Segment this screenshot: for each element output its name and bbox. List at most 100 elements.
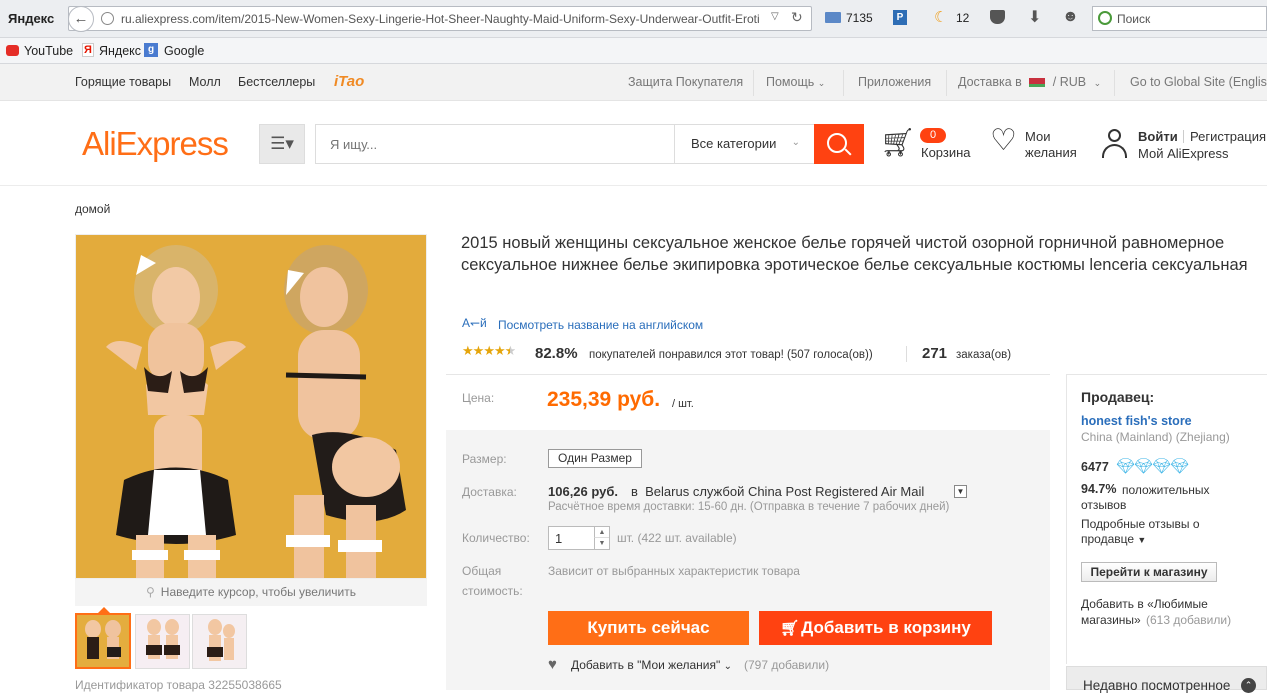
product-main-image[interactable]	[75, 234, 427, 579]
nav-help[interactable]: Помощь ⌄	[766, 75, 825, 89]
magnifier-icon: ⚲	[146, 585, 155, 599]
goto-store-label: Перейти к магазину	[1090, 565, 1208, 579]
add-to-wishlist-link[interactable]: Добавить в "Мои желания" ⌄	[571, 658, 732, 672]
rating-stars: ★★★★★	[462, 343, 516, 359]
nav-apps[interactable]: Приложения	[858, 75, 931, 89]
translate-icon[interactable]: A↽й	[462, 316, 487, 330]
nav-mall[interactable]: Молл	[189, 75, 221, 89]
site-search-button[interactable]	[814, 124, 864, 164]
diamond-rating-icon: 💎︎💎︎💎︎💎︎	[1116, 458, 1189, 475]
login-link[interactable]: Войти	[1138, 129, 1178, 144]
register-link[interactable]: Регистрация	[1190, 129, 1266, 144]
yandex-browser-label[interactable]: Яндекс	[8, 11, 54, 26]
nav-global-site[interactable]: Go to Global Site (English)	[1130, 75, 1267, 89]
nav-divider	[753, 70, 754, 96]
nav-bestsellers[interactable]: Бестселлеры	[238, 75, 315, 89]
translate-link[interactable]: Посмотреть название на английском	[498, 318, 703, 332]
header-divider	[1183, 130, 1184, 143]
aliexpress-logo[interactable]: AliExpress	[82, 125, 229, 163]
bookmark-google[interactable]: Google	[164, 44, 204, 58]
detailed-feedback-1[interactable]: Подробные отзывы о	[1081, 517, 1200, 531]
url-text[interactable]: ru.aliexpress.com/item/2015-New-Women-Se…	[121, 12, 771, 26]
weather-moon-icon[interactable]: ☾	[934, 8, 947, 26]
store-name-link[interactable]: honest fish's store	[1081, 414, 1192, 428]
mail-icon[interactable]	[825, 12, 841, 23]
delivery-dropdown-icon[interactable]: ▼	[954, 485, 967, 498]
thumbnail-3[interactable]	[192, 614, 247, 669]
rating-text[interactable]: покупателей понравился этот товар! (507 …	[589, 349, 873, 361]
chevron-down-icon: ⌄	[791, 137, 800, 148]
thumbnail-1[interactable]	[75, 607, 131, 669]
nav-hot-products[interactable]: Горящие товары	[75, 75, 171, 89]
positive-text-2: отзывов	[1081, 498, 1127, 512]
site-search-input[interactable]	[316, 125, 674, 163]
heart-icon[interactable]: ♥	[548, 656, 557, 673]
dropdown-icon[interactable]: ▽	[771, 11, 779, 22]
nav-currency: / RUB	[1052, 75, 1087, 89]
back-button[interactable]: ←	[68, 6, 94, 32]
quantity-up-icon[interactable]: ▲	[594, 527, 609, 538]
mail-count[interactable]: 7135	[846, 11, 873, 25]
nav-divider	[1114, 70, 1115, 96]
bookmarks-bar: YouTube Я Яндекс g Google	[0, 38, 1267, 64]
address-bar[interactable]: ru.aliexpress.com/item/2015-New-Women-Se…	[68, 6, 812, 31]
quantity-stepper[interactable]: 1 ▲ ▼	[548, 526, 610, 550]
collapse-icon[interactable]: ⌃	[1241, 678, 1256, 693]
recently-viewed-title: Недавно посмотренное	[1083, 678, 1231, 693]
extension-p-icon[interactable]: P	[893, 10, 907, 25]
rating-divider	[906, 346, 907, 362]
add-to-cart-button[interactable]: 🛒︎ Добавить в корзину	[759, 611, 992, 645]
favorite-store-link-2[interactable]: магазины»	[1081, 613, 1141, 627]
detailed-feedback-link[interactable]: продавце ▼	[1081, 532, 1146, 546]
pocket-icon[interactable]	[990, 10, 1005, 24]
my-aliexpress-link[interactable]: Мой AliExpress	[1138, 146, 1229, 161]
cart-icon: 🛒︎	[780, 620, 800, 637]
browser-toolbar: Яндекс ← ru.aliexpress.com/item/2015-New…	[0, 0, 1267, 38]
user-icon[interactable]	[1101, 129, 1127, 159]
nav-ship-to[interactable]: Доставка в / RUB ⌄	[958, 75, 1101, 89]
quantity-down-icon[interactable]: ▼	[594, 538, 609, 549]
delivery-method: в Belarus службой China Post Registered …	[631, 484, 925, 499]
category-select-value: Все категории	[691, 136, 777, 151]
nav-buyer-protection[interactable]: Защита Покупателя	[628, 75, 743, 89]
price-row	[446, 374, 1050, 430]
total-value: Зависит от выбранных характеристик товар…	[548, 564, 800, 578]
star-icon: ★	[462, 343, 474, 358]
category-menu-button[interactable]: ☰▾	[259, 124, 305, 164]
positive-text-1: положительных	[1122, 483, 1210, 497]
star-icons: ★★★★★	[462, 343, 516, 358]
search-engine-icon	[1098, 11, 1112, 25]
quantity-value[interactable]: 1	[555, 531, 562, 546]
weather-value[interactable]: 12	[956, 11, 969, 25]
size-option[interactable]: Один Размер	[548, 449, 642, 468]
goto-store-button[interactable]: Перейти к магазину	[1081, 562, 1217, 582]
price-unit: / шт.	[672, 398, 694, 410]
cart-icon: 🛒︎	[880, 127, 916, 158]
menu-icon: ☰▾	[270, 134, 294, 153]
zoom-hint-text: Наведите курсор, чтобы увеличить	[160, 585, 356, 599]
breadcrumb[interactable]: домой	[75, 202, 110, 216]
browser-search-box[interactable]: Поиск	[1092, 6, 1267, 31]
category-select[interactable]: Все категории ⌄	[674, 125, 814, 163]
download-icon[interactable]: ⬇	[1028, 7, 1041, 27]
favorite-store-link-1[interactable]: Добавить в «Любимые	[1081, 597, 1208, 611]
buy-now-button[interactable]: Купить сейчас	[548, 611, 749, 645]
price-label: Цена:	[462, 391, 495, 405]
globe-icon	[101, 12, 114, 25]
buy-now-label: Купить сейчас	[587, 618, 710, 637]
recently-viewed-panel[interactable]: Недавно посмотренное ⌃	[1066, 666, 1267, 693]
thumbnail-2[interactable]	[135, 614, 190, 669]
cart-link[interactable]: 🛒︎ 0 Корзина	[880, 126, 975, 166]
smiley-icon[interactable]: ☻	[1062, 8, 1079, 26]
seller-score[interactable]: 6477	[1081, 460, 1109, 474]
bookmark-yandex[interactable]: Яндекс	[99, 44, 141, 58]
thumbnail-image	[207, 619, 235, 661]
nav-ship-to-label: Доставка в	[958, 75, 1022, 89]
quantity-label: Количество:	[462, 531, 530, 545]
nav-itao-logo[interactable]: iTao	[334, 73, 364, 90]
reload-icon[interactable]: ↻	[791, 9, 803, 26]
bookmark-youtube[interactable]: YouTube	[24, 44, 73, 58]
wishlist-link[interactable]: ♡ Мои желания	[990, 124, 1085, 169]
google-favicon-icon: g	[144, 43, 158, 57]
size-label: Размер:	[462, 452, 507, 466]
